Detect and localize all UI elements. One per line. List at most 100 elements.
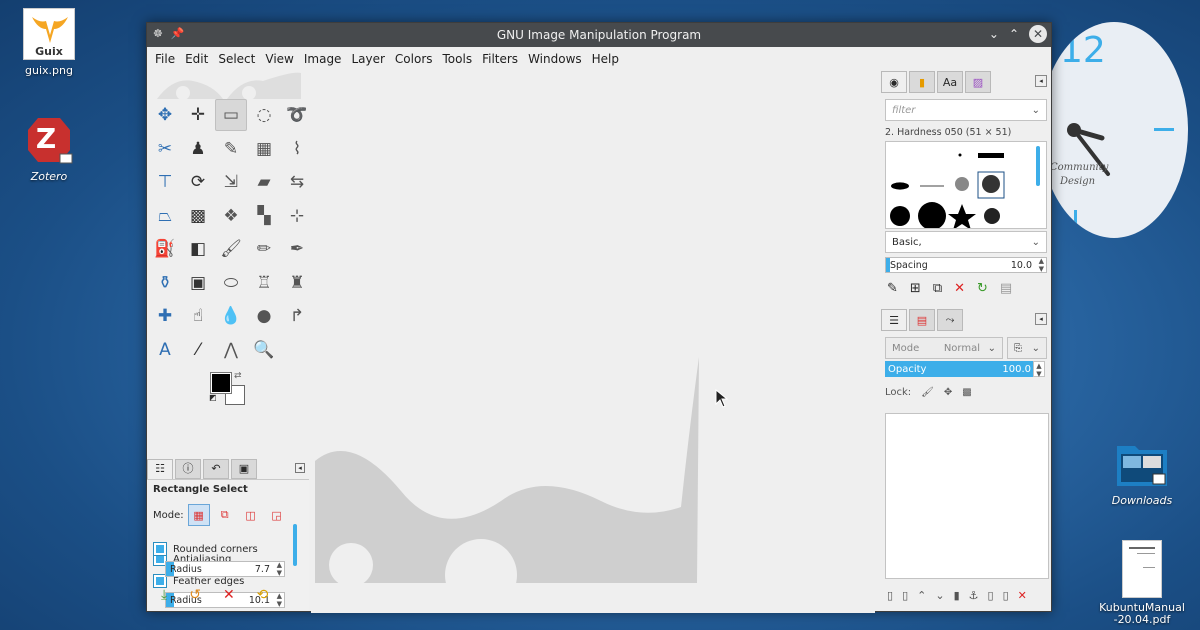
new-layer-icon[interactable]: ▯ — [902, 589, 908, 602]
desktop-icon-guix[interactable]: Guix guix.png — [18, 8, 80, 77]
flip-tool-icon[interactable]: ⇆ — [281, 166, 313, 198]
fg-bg-color-selector[interactable]: ⇄ ◩ — [209, 371, 249, 407]
menu-filters[interactable]: Filters — [482, 52, 526, 66]
blur-tool-icon[interactable]: 💧 — [215, 300, 247, 332]
cage-transform-tool-icon[interactable]: ⊹ — [281, 200, 313, 232]
text-tool-icon[interactable]: A — [149, 334, 181, 366]
menu-colors[interactable]: Colors — [395, 52, 441, 66]
menu-help[interactable]: Help — [592, 52, 627, 66]
lock-position-icon[interactable]: ✥ — [944, 387, 952, 398]
panel-collapse-icon[interactable]: ◂ — [295, 463, 305, 473]
dodge-burn-tool-icon[interactable]: ● — [248, 300, 280, 332]
lock-alpha-icon[interactable]: ▩ — [962, 387, 971, 398]
heal-tool-icon[interactable]: ✚ — [149, 300, 181, 332]
layers-list[interactable] — [885, 413, 1049, 579]
swap-colors-icon[interactable]: ⇄ — [234, 371, 242, 381]
chevron-down-icon[interactable]: ⌄ — [1032, 237, 1040, 248]
minimize-chevron-down-icon[interactable]: ⌄ — [989, 27, 999, 41]
duplicate-brush-icon[interactable]: ⧉ — [933, 281, 942, 296]
layer-mode-combo[interactable]: Mode Normal ⌄ — [885, 337, 1003, 359]
menu-tools[interactable]: Tools — [443, 52, 481, 66]
foreground-select-tool-icon[interactable]: ♟ — [182, 133, 214, 165]
tab-device-status[interactable]: ⓘ — [175, 459, 201, 479]
options-scrollbar[interactable] — [293, 524, 297, 566]
select-by-color-tool-icon[interactable]: ▦ — [248, 133, 280, 165]
dock-collapse-icon[interactable]: ◂ — [1035, 313, 1047, 325]
raise-layer-icon[interactable]: ⌃ — [917, 589, 926, 602]
edit-brush-icon[interactable]: ✎ — [887, 281, 898, 296]
dock-collapse-icon[interactable]: ◂ — [1035, 75, 1047, 87]
brush-filter-input[interactable]: filter ⌄ — [885, 99, 1047, 121]
save-preset-icon[interactable]: ⤓ — [161, 587, 167, 603]
desktop-icon-zotero[interactable]: Z Zotero — [18, 114, 80, 183]
ink-tool-icon[interactable]: ⚱ — [149, 267, 181, 299]
tab-channels[interactable]: ▤ — [909, 309, 935, 331]
rectangle-select-tool-icon[interactable]: ▭ — [215, 99, 247, 131]
image-canvas-area[interactable] — [311, 71, 875, 613]
menu-image[interactable]: Image — [304, 52, 350, 66]
tab-fonts[interactable]: Aa — [937, 71, 963, 93]
new-layer-group-icon[interactable]: ▯ — [887, 589, 893, 602]
merge-layer-icon[interactable]: ▯ — [988, 589, 994, 602]
chevron-down-icon[interactable]: ⌄ — [1032, 343, 1040, 354]
maximize-chevron-up-icon[interactable]: ⌃ — [1009, 27, 1019, 41]
foreground-color-swatch[interactable] — [210, 372, 232, 394]
reset-preset-icon[interactable]: ⟲ — [257, 587, 269, 603]
color-picker-tool-icon[interactable]: ⁄ — [182, 334, 214, 366]
mask-layer-icon[interactable]: ▯ — [1003, 589, 1009, 602]
default-colors-icon[interactable]: ◩ — [209, 393, 217, 402]
clone-tool-icon[interactable]: ♖ — [248, 267, 280, 299]
paintbrush-tool-icon[interactable]: 🖌 — [215, 233, 247, 265]
spinner-arrows-icon[interactable]: ▲ ▼ — [1039, 257, 1044, 273]
mode-intersect-button[interactable]: ◲ — [266, 504, 288, 526]
tab-images[interactable]: ▣ — [231, 459, 257, 479]
title-bar[interactable]: ☸ 📌 GNU Image Manipulation Program ⌄ ⌃ ✕ — [147, 23, 1051, 47]
delete-preset-icon[interactable]: ✕ — [223, 587, 235, 603]
menu-windows[interactable]: Windows — [528, 52, 590, 66]
rounded-corners-checkbox[interactable] — [153, 542, 167, 556]
scale-tool-icon[interactable]: ⇲ — [215, 166, 247, 198]
fuzzy-select-tool-icon[interactable]: ✎ — [215, 133, 247, 165]
move-tool-icon[interactable]: ✛ — [182, 99, 214, 131]
shear-tool-icon[interactable]: ▰ — [248, 166, 280, 198]
smudge-tool-icon[interactable]: ☝ — [182, 300, 214, 332]
tab-undo-history[interactable]: ↶ — [203, 459, 229, 479]
spinner-arrows-icon[interactable]: ▲ ▼ — [277, 561, 282, 577]
brush-spacing-spinner[interactable]: Spacing 10.0 ▲ ▼ — [885, 257, 1047, 273]
refresh-brushes-icon[interactable]: ↻ — [977, 281, 988, 296]
lock-pixels-icon[interactable]: 🖌 — [921, 387, 934, 398]
duplicate-layer-icon[interactable]: ▮ — [954, 589, 960, 602]
align-tool-icon[interactable]: ⊤ — [149, 166, 181, 198]
paths-tool-icon[interactable]: ⌇ — [281, 133, 313, 165]
3d-transform-tool-icon[interactable]: ▩ — [182, 200, 214, 232]
menu-layer[interactable]: Layer — [351, 52, 392, 66]
eraser-tool-icon[interactable]: ⬭ — [215, 267, 247, 299]
pencil-tool-icon[interactable]: ✏ — [248, 233, 280, 265]
desktop-icon-kubuntu-manual[interactable]: KubuntuManual -20.04.pdf — [1094, 540, 1190, 626]
restore-preset-icon[interactable]: ↺ — [189, 587, 201, 603]
composite-mode-combo[interactable]: ⎘ ⌄ — [1007, 337, 1047, 359]
menu-view[interactable]: View — [265, 52, 301, 66]
ellipse-select-tool-icon[interactable]: ◌ — [248, 99, 280, 131]
open-brush-as-image-icon[interactable]: ▤ — [1000, 281, 1012, 296]
mode-add-button[interactable]: ⧉ — [214, 504, 236, 526]
new-brush-icon[interactable]: ⊞ — [910, 281, 921, 296]
tab-tool-options[interactable]: ☷ — [147, 459, 173, 479]
scissors-select-tool-icon[interactable]: ✂ — [149, 133, 181, 165]
perspective-tool-icon[interactable]: ⏢ — [149, 200, 181, 232]
spinner-arrows-icon[interactable]: ▲ ▼ — [1033, 361, 1045, 378]
measure-tool-icon[interactable]: ⋀ — [215, 334, 247, 366]
tab-patterns[interactable]: ▮ — [909, 71, 935, 93]
gradient-tool-icon[interactable]: ◧ — [182, 233, 214, 265]
mypaint-brush-tool-icon[interactable]: ▣ — [182, 267, 214, 299]
layer-opacity-spinner[interactable]: Opacity 100.0 ▲ ▼ — [885, 361, 1045, 378]
brush-scrollbar[interactable] — [1036, 146, 1040, 186]
tab-layers[interactable]: ☰ — [881, 309, 907, 331]
delete-brush-icon[interactable]: ✕ — [954, 281, 965, 296]
perspective-clone-tool-icon[interactable]: ♜ — [281, 267, 313, 299]
spinner-arrows-icon[interactable]: ▲ ▼ — [277, 592, 282, 608]
chevron-down-icon[interactable]: ⌄ — [988, 343, 996, 354]
chevron-down-icon[interactable]: ⌄ — [1032, 105, 1040, 116]
unified-transform-tool-icon[interactable]: ✥ — [149, 99, 181, 131]
anchor-layer-icon[interactable]: ⚓ — [969, 589, 979, 602]
